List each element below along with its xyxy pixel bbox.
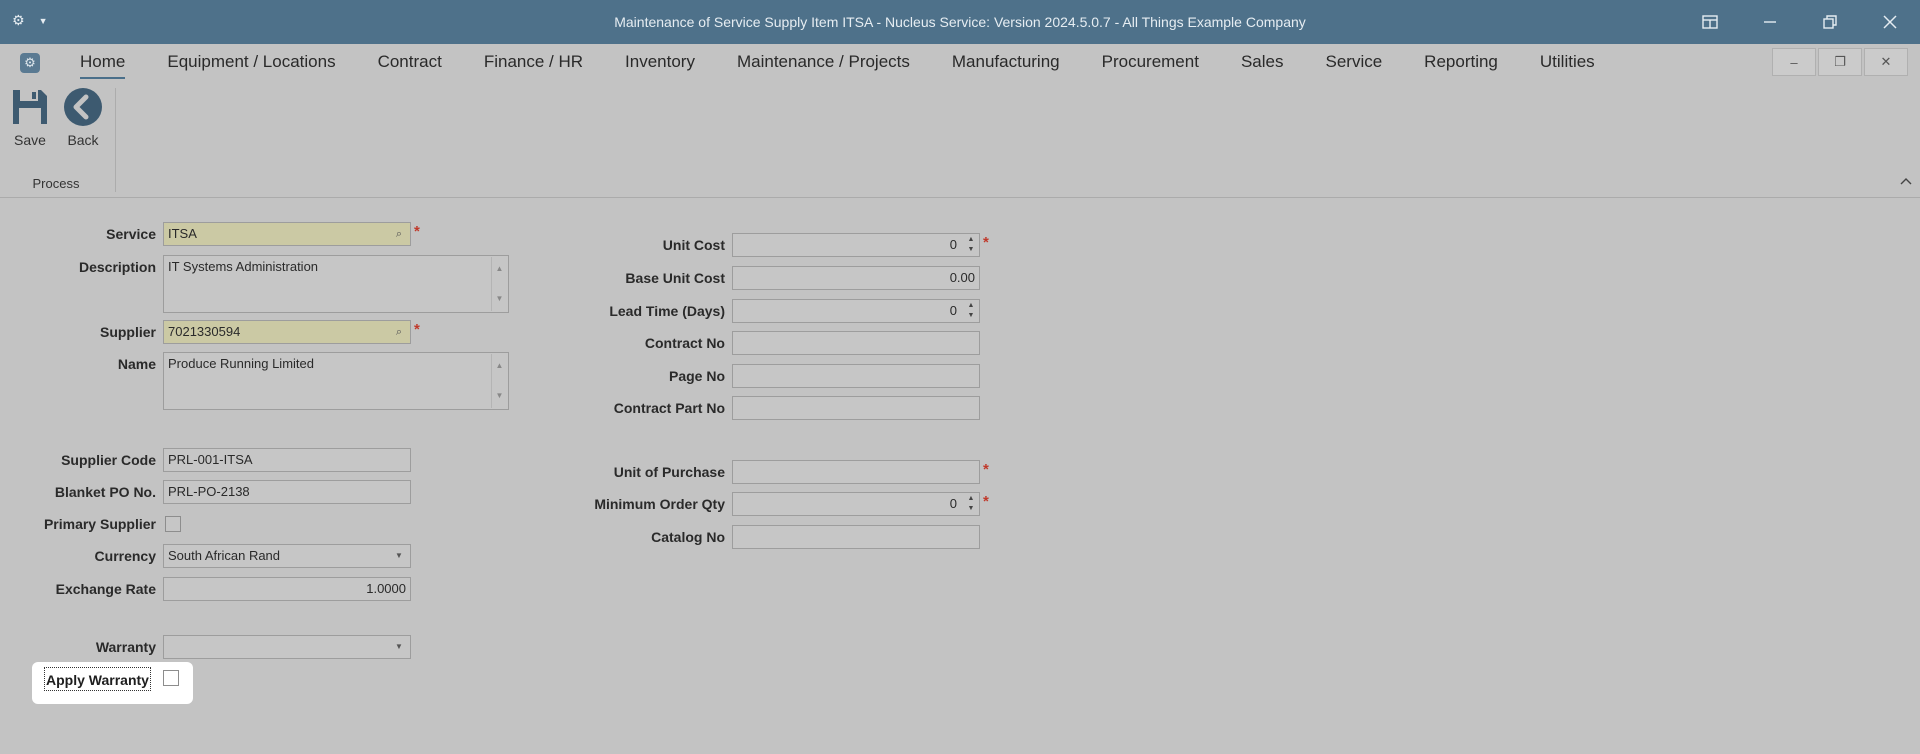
contract-no-input[interactable] [732,331,980,355]
document-close-button[interactable]: ✕ [1864,48,1908,76]
title-bar: ⚙ ▼ Maintenance of Service Supply Item I… [0,0,1920,44]
service-required-marker: * [414,223,420,240]
save-icon [9,86,51,128]
primary-supplier-label: Primary Supplier [43,516,156,532]
apply-warranty-label[interactable]: Apply Warranty [44,667,151,691]
name-scrollbar[interactable]: ▲ ▼ [491,354,507,408]
lead-time-label: Lead Time (Days) [609,303,725,319]
document-minimize-button[interactable]: – [1772,48,1816,76]
unit-cost-label: Unit Cost [662,237,725,253]
back-label: Back [67,132,99,148]
service-label: Service [106,226,156,242]
menu-maintenance-projects[interactable]: Maintenance / Projects [737,44,910,82]
unit-of-purchase-required-marker: * [983,461,989,478]
base-unit-cost-input[interactable]: 0.00 [732,266,980,290]
name-label: Name [117,356,156,372]
contract-no-label: Contract No [644,335,725,351]
contract-part-no-label: Contract Part No [613,400,725,416]
supplier-code-label: Supplier Code [61,452,156,468]
document-window-controls: – ❐ ✕ [1772,48,1908,76]
supplier-label: Supplier [99,324,156,340]
menu-home[interactable]: Home [80,44,126,82]
warranty-select[interactable]: ▼ [163,635,411,659]
exchange-rate-input[interactable]: 1.0000 [163,577,411,601]
unit-of-purchase-input[interactable] [732,460,980,484]
supplier-value: 7021330594 [168,324,241,339]
menu-equipment-locations[interactable]: Equipment / Locations [167,44,335,82]
service-value: ITSA [168,226,197,241]
back-button[interactable]: Back [59,86,107,148]
description-label: Description [78,259,156,275]
back-icon [62,86,104,128]
unit-cost-required-marker: * [983,234,989,251]
menu-reporting[interactable]: Reporting [1424,44,1498,82]
ribbon-separator [115,88,116,192]
name-value: Produce Running Limited [168,356,314,371]
primary-supplier-checkbox[interactable] [165,516,181,532]
page-no-input[interactable] [732,364,980,388]
supplier-required-marker: * [414,321,420,338]
restore-window-button[interactable] [1800,0,1860,44]
lead-time-spinner[interactable]: ▲ ▼ [964,301,978,321]
supplier-code-input[interactable]: PRL-001-ITSA [163,448,411,472]
menu-finance-hr[interactable]: Finance / HR [484,44,583,82]
blanket-po-input[interactable]: PRL-PO-2138 [163,480,411,504]
unit-cost-spinner[interactable]: ▲ ▼ [964,235,978,255]
min-order-qty-input[interactable]: 0 ▲ ▼ [732,492,980,516]
save-label: Save [14,132,46,148]
unit-cost-value: 0 [949,237,957,252]
window-controls [1680,0,1920,44]
menu-contract[interactable]: Contract [378,44,442,82]
close-window-button[interactable] [1860,0,1920,44]
warranty-label: Warranty [95,639,156,655]
window-title: Maintenance of Service Supply Item ITSA … [614,14,1306,30]
catalog-no-input[interactable] [732,525,980,549]
description-textarea[interactable]: IT Systems Administration ▲ ▼ [163,255,509,313]
unit-of-purchase-label: Unit of Purchase [613,464,725,480]
document-restore-button[interactable]: ❐ [1818,48,1862,76]
menu-items: Home Equipment / Locations Contract Fina… [80,44,1637,82]
lead-time-value: 0 [949,303,957,318]
min-order-qty-required-marker: * [983,493,989,510]
search-icon[interactable]: ⌕ [391,321,407,343]
exchange-rate-label: Exchange Rate [55,581,156,597]
save-button[interactable]: Save [6,86,54,148]
apply-warranty-checkbox[interactable] [163,670,179,686]
dropdown-arrow-icon[interactable]: ▼ [391,545,407,567]
layout-icon[interactable] [1680,0,1740,44]
menu-utilities[interactable]: Utilities [1540,44,1595,82]
catalog-no-label: Catalog No [651,529,725,545]
menu-bar: ⚙ Home Equipment / Locations Contract Fi… [0,44,1920,82]
menu-procurement[interactable]: Procurement [1102,44,1199,82]
min-order-qty-label: Minimum Order Qty [594,496,725,512]
supplier-input[interactable]: 7021330594 ⌕ [163,320,411,344]
page-no-label: Page No [668,368,725,384]
service-input[interactable]: ITSA ⌕ [163,222,411,246]
currency-value: South African Rand [168,548,281,563]
minimize-window-button[interactable] [1740,0,1800,44]
menu-inventory[interactable]: Inventory [625,44,695,82]
blanket-po-label: Blanket PO No. [54,484,156,500]
currency-select[interactable]: South African Rand ▼ [163,544,411,568]
menu-sales[interactable]: Sales [1241,44,1284,82]
search-icon[interactable]: ⌕ [391,223,407,245]
description-value: IT Systems Administration [168,259,319,274]
min-order-qty-spinner[interactable]: ▲ ▼ [964,494,978,514]
collapse-ribbon-icon[interactable] [1900,172,1912,188]
contract-part-no-input[interactable] [732,396,980,420]
app-icon[interactable]: ⚙ [20,53,40,73]
currency-label: Currency [94,548,156,564]
ribbon-group-process: Process [32,176,80,191]
min-order-qty-value: 0 [949,496,957,511]
name-textarea[interactable]: Produce Running Limited ▲ ▼ [163,352,509,410]
dropdown-arrow-icon[interactable]: ▼ [391,636,407,658]
base-unit-cost-label: Base Unit Cost [625,270,725,286]
description-scrollbar[interactable]: ▲ ▼ [491,257,507,311]
ribbon: Save Back Process [0,82,1920,198]
lead-time-input[interactable]: 0 ▲ ▼ [732,299,980,323]
menu-manufacturing[interactable]: Manufacturing [952,44,1060,82]
menu-service[interactable]: Service [1325,44,1382,82]
unit-cost-input[interactable]: 0 ▲ ▼ [732,233,980,257]
